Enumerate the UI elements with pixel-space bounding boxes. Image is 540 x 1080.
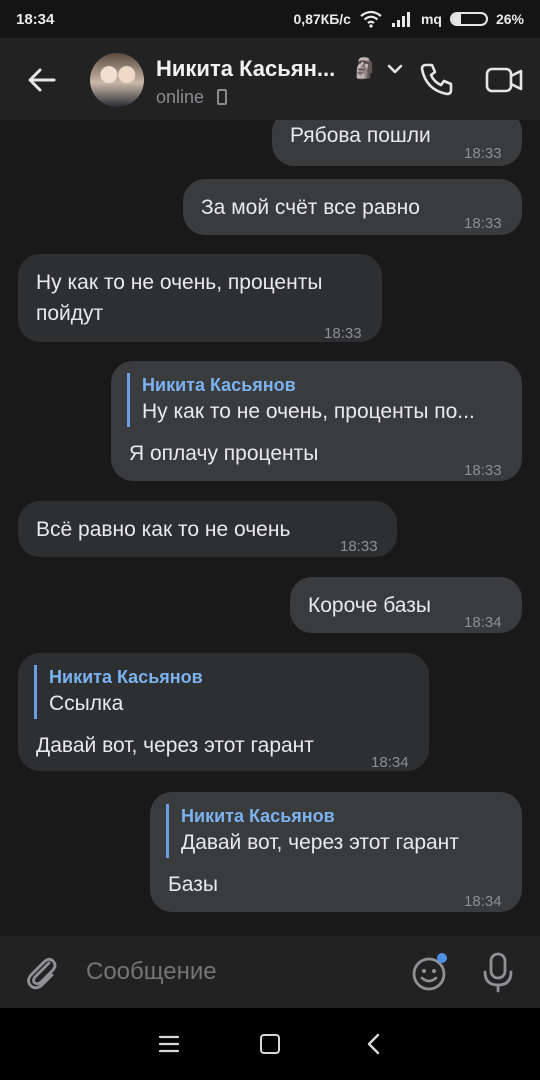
message-input[interactable] [86, 956, 386, 988]
carrier-label: mq [420, 11, 442, 27]
contact-name[interactable]: Никита Касьян... [156, 56, 335, 82]
message-time: 18:34 [464, 614, 502, 631]
message-bubble-outgoing[interactable]: За мой счёт все равно 18:33 [183, 179, 522, 235]
status-bar: 18:34 0,87КБ/с mq 26% [0, 0, 540, 38]
battery-fill [451, 14, 461, 24]
message-text: Рябова пошли [290, 124, 431, 147]
message-time: 18:34 [371, 754, 409, 771]
message-time: 18:33 [464, 145, 502, 162]
system-nav-bar [0, 1008, 540, 1080]
message-time: 18:33 [324, 325, 362, 342]
new-badge-dot [437, 953, 447, 963]
video-camera-icon[interactable] [484, 62, 524, 98]
microphone-icon[interactable] [480, 950, 516, 994]
mobile-device-icon [217, 89, 227, 105]
reply-author: Никита Касьянов [142, 375, 296, 395]
reply-author: Никита Касьянов [49, 667, 203, 687]
chevron-down-icon[interactable] [386, 60, 404, 78]
contact-status: online [156, 87, 205, 107]
message-time: 18:34 [464, 893, 502, 910]
reply-text: Давай вот, через этот гарант [181, 831, 459, 854]
message-text: За мой счёт все равно [201, 196, 420, 219]
message-composer [0, 936, 540, 1008]
nav-home-icon[interactable] [260, 1034, 280, 1054]
message-text-line: Ну как то не очень, проценты [36, 271, 323, 294]
message-bubble-outgoing-reply[interactable]: Никита Касьянов Давай вот, через этот га… [150, 792, 522, 912]
message-bubble-outgoing-reply[interactable]: Никита Касьянов Ну как то не очень, проц… [111, 361, 522, 481]
message-time: 18:33 [464, 462, 502, 479]
reply-quote[interactable]: Никита Касьянов Ссылка [34, 665, 419, 719]
status-right: 0,87КБ/с mq 26% [293, 10, 524, 28]
message-text: Короче базы [308, 594, 431, 617]
wifi-icon [360, 10, 382, 28]
reply-text: Ссылка [49, 692, 124, 715]
message-text: Всё равно как то не очень [36, 518, 291, 541]
message-text: Базы [168, 873, 218, 896]
avatar[interactable] [90, 53, 144, 107]
phone-icon[interactable] [418, 60, 456, 98]
message-bubble-incoming[interactable]: Всё равно как то не очень 18:33 [18, 501, 397, 557]
message-list[interactable]: Рябова пошли 18:33 За мой счёт все равно… [0, 120, 540, 936]
message-time: 18:33 [464, 215, 502, 232]
moai-emoji: 🗿 [352, 58, 377, 80]
message-bubble-outgoing[interactable]: Рябова пошли 18:33 [272, 120, 522, 166]
message-text: Давай вот, через этот гарант [36, 734, 314, 757]
status-time: 18:34 [16, 10, 55, 28]
message-time: 18:33 [340, 538, 378, 555]
back-arrow-icon[interactable] [24, 62, 60, 98]
battery-percent: 26% [495, 11, 524, 27]
message-text: Я оплачу проценты [129, 442, 319, 465]
emoji-icon[interactable] [410, 952, 450, 992]
message-bubble-incoming-reply[interactable]: Никита Касьянов Ссылка Давай вот, через … [18, 653, 429, 771]
reply-author: Никита Касьянов [181, 806, 335, 826]
chat-header: Никита Касьян... 🗿 online [0, 38, 540, 120]
reply-quote[interactable]: Никита Касьянов Давай вот, через этот га… [166, 804, 516, 858]
battery-icon [449, 12, 488, 26]
message-bubble-outgoing[interactable]: Короче базы 18:34 [290, 577, 522, 633]
paperclip-icon[interactable] [22, 952, 62, 992]
reply-text: Ну как то не очень, проценты по... [142, 400, 475, 423]
nav-back-icon[interactable] [364, 1032, 384, 1056]
message-bubble-incoming[interactable]: Ну как то не очень, проценты пойдут 18:3… [18, 254, 382, 342]
nav-menu-icon[interactable] [158, 1034, 180, 1054]
message-text-line: пойдут [36, 302, 104, 325]
reply-quote[interactable]: Никита Касьянов Ну как то не очень, проц… [127, 373, 512, 427]
signal-icon [391, 12, 410, 27]
network-speed: 0,87КБ/с [293, 11, 351, 27]
